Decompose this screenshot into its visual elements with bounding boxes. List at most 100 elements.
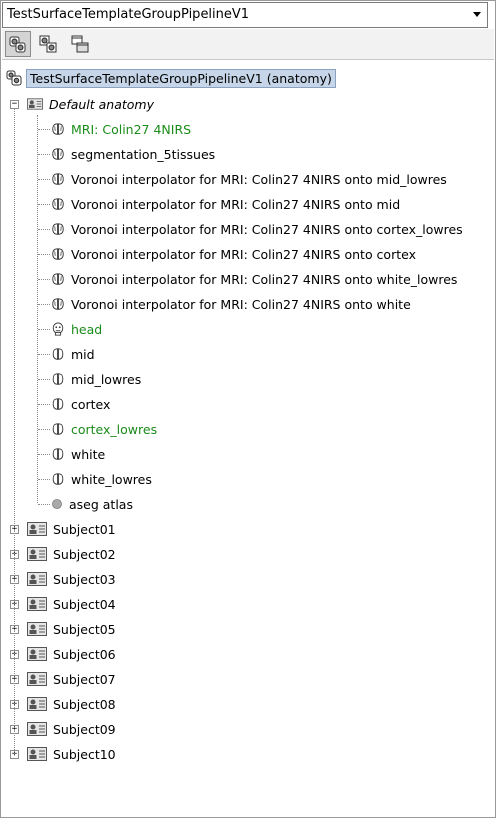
anatomy-item-label: Voronoi interpolator for MRI: Colin27 4N… xyxy=(71,171,447,187)
view-tree-icon xyxy=(9,36,26,53)
tree-line xyxy=(38,254,50,255)
anatomy-item[interactable]: mid xyxy=(51,343,95,365)
view-group-icon xyxy=(39,35,57,53)
anatomy-item[interactable]: segmentation_5tissues xyxy=(51,143,215,165)
toolbar xyxy=(2,29,494,60)
anatomy-item[interactable]: MRI: Colin27 4NIRS xyxy=(51,118,191,140)
tree-line xyxy=(38,354,50,355)
tree-line xyxy=(14,109,15,754)
subject-node[interactable]: Subject04 xyxy=(27,593,116,615)
anatomy-item-label: white_lowres xyxy=(71,471,152,487)
anatomy-item-label: Voronoi interpolator for MRI: Colin27 4N… xyxy=(71,196,401,212)
subject-icon xyxy=(27,547,47,561)
anatomy-item[interactable]: Voronoi interpolator for MRI: Colin27 4N… xyxy=(51,243,416,265)
subject-icon xyxy=(27,747,47,761)
anatomy-item-label: mid xyxy=(71,346,95,362)
anatomy-panel: TestSurfaceTemplateGroupPipelineV1 TestS… xyxy=(0,0,496,818)
anatomy-item-label: cortex_lowres xyxy=(71,421,158,437)
anatomy-item[interactable]: cortex_lowres xyxy=(51,418,157,440)
view-group-button[interactable] xyxy=(35,31,61,57)
cortex-icon xyxy=(51,372,65,386)
subject-icon xyxy=(27,597,47,611)
mri-icon xyxy=(51,197,65,211)
mri-icon xyxy=(51,122,65,136)
anatomy-item[interactable]: head xyxy=(51,318,102,340)
anatomy-item[interactable]: white_lowres xyxy=(51,468,152,490)
tree-line xyxy=(38,154,50,155)
protocol-dropdown[interactable]: TestSurfaceTemplateGroupPipelineV1 xyxy=(2,2,488,28)
tree-line xyxy=(37,115,38,503)
anatomy-item[interactable]: white xyxy=(51,443,105,465)
tree-line xyxy=(38,379,50,380)
anatomy-item-label: Voronoi interpolator for MRI: Colin27 4N… xyxy=(71,271,458,287)
subject-label: Subject10 xyxy=(53,746,116,762)
subject-icon xyxy=(27,572,47,586)
cortex-icon xyxy=(51,447,65,461)
anatomy-item-label: cortex xyxy=(71,396,111,412)
chevron-down-icon[interactable] xyxy=(469,6,485,24)
subject-label: Subject05 xyxy=(53,621,116,637)
anatomy-item[interactable]: Voronoi interpolator for MRI: Colin27 4N… xyxy=(51,168,447,190)
default-anatomy-node[interactable]: Default anatomy xyxy=(27,93,154,115)
mri-icon xyxy=(51,222,65,236)
tree-line xyxy=(38,479,50,480)
tree-root-label: TestSurfaceTemplateGroupPipelineV1 (anat… xyxy=(26,68,336,88)
subject-label: Subject08 xyxy=(53,696,116,712)
protocol-dropdown-value: TestSurfaceTemplateGroupPipelineV1 xyxy=(7,7,250,22)
subject-node[interactable]: Subject03 xyxy=(27,568,116,590)
view-tree-button[interactable] xyxy=(5,31,31,57)
anatomy-item[interactable]: Voronoi interpolator for MRI: Colin27 4N… xyxy=(51,193,400,215)
subject-label: Subject07 xyxy=(53,671,116,687)
default-anatomy-label: Default anatomy xyxy=(49,96,155,112)
anatomy-item[interactable]: cortex xyxy=(51,393,110,415)
subject-label: Subject02 xyxy=(53,546,116,562)
subject-node[interactable]: Subject09 xyxy=(27,718,116,740)
cortex-icon xyxy=(51,422,65,436)
subject-node[interactable]: Subject10 xyxy=(27,743,116,765)
atlas-icon xyxy=(51,498,63,510)
anatomy-item-label: mid_lowres xyxy=(71,371,142,387)
anatomy-item[interactable]: mid_lowres xyxy=(51,368,141,390)
subject-label: Subject03 xyxy=(53,571,116,587)
subject-node[interactable]: Subject07 xyxy=(27,668,116,690)
anatomy-item-label: aseg atlas xyxy=(69,496,133,512)
subject-icon xyxy=(27,98,43,110)
cortex-icon xyxy=(51,472,65,486)
anatomy-item-label: Voronoi interpolator for MRI: Colin27 4N… xyxy=(71,296,411,312)
anatomy-tree: TestSurfaceTemplateGroupPipelineV1 (anat… xyxy=(1,61,495,811)
tree-line xyxy=(38,229,50,230)
subject-node[interactable]: Subject08 xyxy=(27,693,116,715)
mri-icon xyxy=(51,172,65,186)
tree-line xyxy=(38,129,50,130)
subject-label: Subject04 xyxy=(53,596,116,612)
collapse-icon[interactable]: − xyxy=(10,100,19,109)
anatomy-item-label: segmentation_5tissues xyxy=(71,146,216,162)
anatomy-item-label: head xyxy=(71,321,103,337)
tree-line xyxy=(38,204,50,205)
subject-node[interactable]: Subject01 xyxy=(27,518,116,540)
anatomy-item-label: Voronoi interpolator for MRI: Colin27 4N… xyxy=(71,246,416,262)
subject-label: Subject01 xyxy=(53,521,116,537)
mri-icon xyxy=(51,272,65,286)
anatomy-item[interactable]: aseg atlas xyxy=(51,493,133,515)
anatomy-item-label: Voronoi interpolator for MRI: Colin27 4N… xyxy=(71,221,463,237)
tree-root[interactable]: TestSurfaceTemplateGroupPipelineV1 (anat… xyxy=(6,67,336,89)
anatomy-item[interactable]: Voronoi interpolator for MRI: Colin27 4N… xyxy=(51,218,463,240)
subject-node[interactable]: Subject06 xyxy=(27,643,116,665)
anatomy-item[interactable]: Voronoi interpolator for MRI: Colin27 4N… xyxy=(51,293,411,315)
subject-icon xyxy=(27,522,47,536)
anatomy-item-label: white xyxy=(71,446,106,462)
subject-label: Subject09 xyxy=(53,721,116,737)
tree-line xyxy=(38,304,50,305)
anatomy-item-label: MRI: Colin27 4NIRS xyxy=(71,121,192,137)
anatomy-item[interactable]: Voronoi interpolator for MRI: Colin27 4N… xyxy=(51,268,457,290)
subject-node[interactable]: Subject02 xyxy=(27,543,116,565)
tree-line xyxy=(38,329,50,330)
mri-icon xyxy=(51,297,65,311)
view-window-button[interactable] xyxy=(67,31,93,57)
subject-icon xyxy=(27,722,47,736)
protocol-icon xyxy=(6,70,22,86)
subject-icon xyxy=(27,647,47,661)
subject-node[interactable]: Subject05 xyxy=(27,618,116,640)
mri-icon xyxy=(51,247,65,261)
